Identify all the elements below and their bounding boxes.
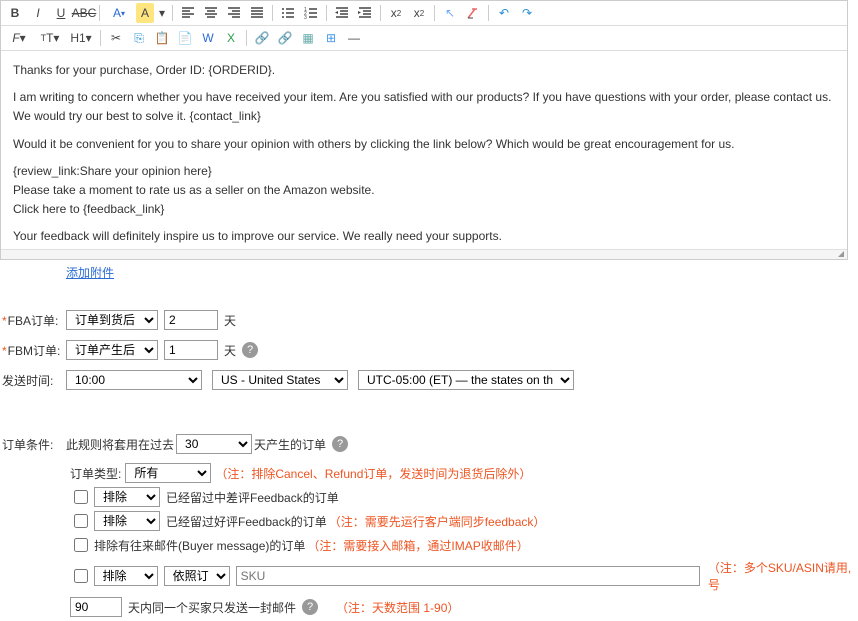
link-button[interactable]: 🔗 (252, 28, 272, 48)
rule1-select[interactable]: 排除 (94, 487, 160, 507)
rule2-note: （注：需要先运行客户端同步feedback） (329, 513, 546, 530)
fbm-label: FBM订单: (2, 342, 66, 359)
fbm-trigger-select[interactable]: 订单产生后 (66, 340, 158, 360)
bg-color-button[interactable]: A (136, 3, 154, 23)
rule2-select[interactable]: 排除 (94, 511, 160, 531)
rule1-checkbox[interactable] (74, 490, 88, 504)
help-icon[interactable]: ? (242, 342, 258, 358)
italic-button[interactable]: I (28, 3, 48, 23)
fba-unit: 天 (224, 312, 236, 329)
rule4-sku-input[interactable] (236, 566, 700, 586)
heading-button[interactable]: H1▾ (67, 28, 95, 48)
svg-text:3: 3 (304, 15, 307, 20)
font-size-button[interactable]: TT▾ (36, 28, 64, 48)
underline-button[interactable]: U (51, 3, 71, 23)
paste-text-button[interactable]: 📄 (175, 28, 195, 48)
select-all-button[interactable]: ↖ (440, 3, 460, 23)
rule5-days-input[interactable] (70, 597, 122, 617)
text-color-button[interactable]: A▾ (105, 3, 133, 23)
redo-button[interactable]: ↷ (517, 3, 537, 23)
fbm-days-input[interactable] (164, 340, 218, 360)
editor-line: Would it be convenient for you to share … (13, 135, 835, 154)
number-list-button[interactable]: 123 (301, 3, 321, 23)
align-left-button[interactable] (178, 3, 198, 23)
rule4-select[interactable]: 排除 (94, 566, 158, 586)
editor-line: {review_link:Share your opinion here} Pl… (13, 162, 835, 220)
editor-line: Thanks for your purchase, Order ID: {ORD… (13, 61, 835, 80)
toolbar-row-1: B I U ABC A▾ A▾ 123 x2 x2 ↖ ↶ ↷ (1, 1, 847, 26)
copy-button[interactable]: ⎘ (129, 28, 149, 48)
rule1-text: 已经留过中差评Feedback的订单 (166, 489, 339, 506)
cond-suffix: 天产生的订单 (254, 436, 326, 453)
strikethrough-button[interactable]: ABC (74, 3, 94, 23)
editor-line: I am writing to concern whether you have… (13, 88, 835, 126)
rule3-checkbox[interactable] (74, 538, 88, 552)
paste-word-button[interactable]: W (198, 28, 218, 48)
superscript-button[interactable]: x2 (386, 3, 406, 23)
sendtime-tz-select[interactable]: UTC-05:00 (ET) — the states on the Atla (358, 370, 574, 390)
rule2-text: 已经留过好评Feedback的订单 (166, 513, 327, 530)
sendtime-label: 发送时间: (2, 372, 66, 389)
rich-text-editor: B I U ABC A▾ A▾ 123 x2 x2 ↖ ↶ ↷ F▾ TT▾ H… (0, 0, 848, 260)
rule4-checkbox[interactable] (74, 569, 88, 583)
unlink-button[interactable]: 🔗 (275, 28, 295, 48)
image-button[interactable]: ▦ (298, 28, 318, 48)
order-type-note: （注：排除Cancel、Refund订单，发送时间为退货后除外） (215, 465, 531, 482)
clear-format-button[interactable] (463, 3, 483, 23)
toolbar-row-2: F▾ TT▾ H1▾ ✂ ⎘ 📋 📄 W X 🔗 🔗 ▦ ⊞ — (1, 26, 847, 51)
paste-excel-button[interactable]: X (221, 28, 241, 48)
sendtime-country-select[interactable]: US - United States (212, 370, 348, 390)
fbm-unit: 天 (224, 342, 236, 359)
bg-color-dropdown[interactable]: ▾ (157, 3, 167, 23)
sendtime-time-select[interactable]: 10:00 (66, 370, 202, 390)
outdent-button[interactable] (332, 3, 352, 23)
order-type-label: 订单类型: (70, 465, 121, 482)
subscript-button[interactable]: x2 (409, 3, 429, 23)
rule4-note: （注：多个SKU/ASIN请用,号 (708, 559, 858, 593)
cond-label: 订单条件: (2, 436, 66, 453)
align-right-button[interactable] (224, 3, 244, 23)
undo-button[interactable]: ↶ (494, 3, 514, 23)
add-attachment-link[interactable]: 添加附件 (66, 266, 114, 280)
rule3-note: （注：需要接入邮箱，通过IMAP收邮件） (307, 537, 528, 554)
indent-button[interactable] (355, 3, 375, 23)
resize-handle[interactable] (1, 249, 847, 259)
bold-button[interactable]: B (5, 3, 25, 23)
align-justify-button[interactable] (247, 3, 267, 23)
paste-button[interactable]: 📋 (152, 28, 172, 48)
rule5-text: 天内同一个买家只发送一封邮件 (128, 599, 296, 616)
rule2-checkbox[interactable] (74, 514, 88, 528)
order-type-select[interactable]: 所有 (125, 463, 211, 483)
editor-content[interactable]: Thanks for your purchase, Order ID: {ORD… (1, 51, 847, 249)
rule5-note: （注：天数范围 1-90） (336, 599, 459, 616)
fba-label: FBA订单: (2, 312, 66, 329)
rule4-by-select[interactable]: 依照订单 (164, 566, 230, 586)
help-icon[interactable]: ? (302, 599, 318, 615)
hr-button[interactable]: — (344, 28, 364, 48)
editor-line: Your feedback will definitely inspire us… (13, 227, 835, 249)
fba-trigger-select[interactable]: 订单到货后 (66, 310, 158, 330)
cut-button[interactable]: ✂ (106, 28, 126, 48)
align-center-button[interactable] (201, 3, 221, 23)
help-icon[interactable]: ? (332, 436, 348, 452)
bullet-list-button[interactable] (278, 3, 298, 23)
font-family-button[interactable]: F▾ (5, 28, 33, 48)
table-button[interactable]: ⊞ (321, 28, 341, 48)
cond-prefix: 此规则将套用在过去 (66, 436, 174, 453)
rule3-text: 排除有往来邮件(Buyer message)的订单 (94, 537, 305, 554)
fba-days-input[interactable] (164, 310, 218, 330)
cond-days-select[interactable]: 30 (176, 434, 252, 454)
